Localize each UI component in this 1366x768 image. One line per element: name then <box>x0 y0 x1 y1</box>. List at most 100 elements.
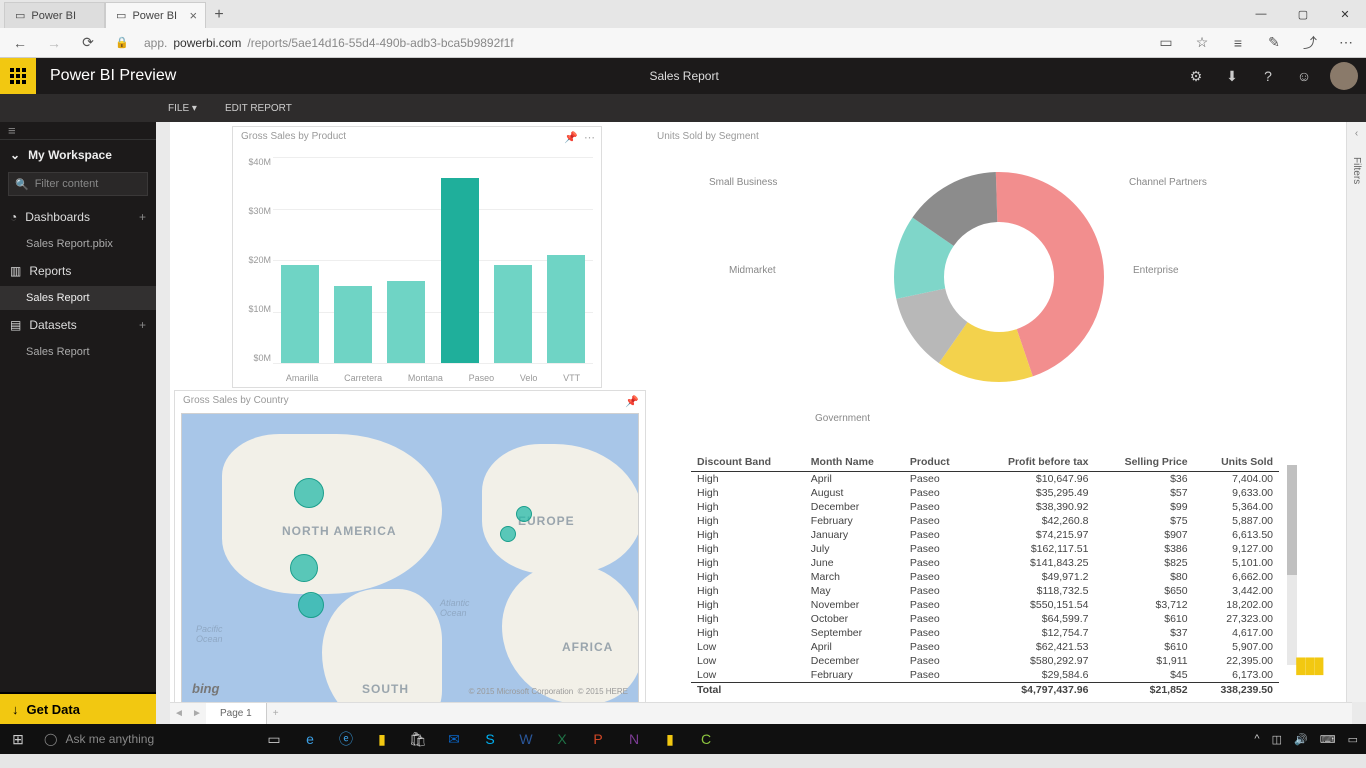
get-data-button[interactable]: ↓ Get Data <box>0 692 156 724</box>
donut-chart-visual[interactable]: Units Sold by Segment Small Business Cha… <box>648 126 1348 426</box>
table-scrollbar[interactable] <box>1287 465 1297 665</box>
map-visual[interactable]: 📌 Gross Sales by Country NORTH AMERICA S… <box>174 390 646 710</box>
table-row[interactable]: HighMarchPaseo$49,971.2$806,662.00 <box>691 570 1279 584</box>
taskbar-app[interactable]: S <box>472 724 508 754</box>
taskbar-app[interactable]: P <box>580 724 616 754</box>
share-icon[interactable]: ⤴ <box>1298 31 1322 55</box>
avatar[interactable] <box>1330 62 1358 90</box>
bar[interactable] <box>494 265 532 363</box>
forward-button[interactable]: → <box>42 31 66 55</box>
map-bubble[interactable] <box>500 526 516 542</box>
cortana-search[interactable]: ◯ Ask me anything <box>36 732 256 746</box>
sidebar-item-dashboard[interactable]: Sales Report.pbix <box>0 232 156 256</box>
taskbar-app[interactable]: ✉ <box>436 724 472 754</box>
browser-tab-inactive[interactable]: ▭ Power BI <box>4 2 105 28</box>
download-icon[interactable]: ⬇ <box>1214 58 1250 94</box>
page-prev-button[interactable]: ◄ <box>170 708 188 719</box>
bar[interactable] <box>441 178 479 363</box>
tray-chevron-icon[interactable]: ^ <box>1250 733 1263 745</box>
table-row[interactable]: HighMayPaseo$118,732.5$6503,442.00 <box>691 584 1279 598</box>
filter-content-input[interactable]: 🔍 Filter content <box>8 172 148 196</box>
bar[interactable] <box>281 265 319 363</box>
taskbar-app[interactable]: ⓔ <box>328 724 364 754</box>
maximize-button[interactable]: ▢ <box>1282 0 1324 28</box>
more-icon[interactable]: ⋯ <box>584 131 595 144</box>
sidebar-item-dataset[interactable]: Sales Report <box>0 340 156 364</box>
table-row[interactable]: HighOctoberPaseo$64,599.7$61027,323.00 <box>691 612 1279 626</box>
bar-chart-visual[interactable]: 📌 ⋯ Gross Sales by Product $40M$30M$20M$… <box>232 126 602 388</box>
task-view-button[interactable]: ▭ <box>256 724 292 754</box>
table-row[interactable]: LowFebruaryPaseo$29,584.6$456,173.00 <box>691 668 1279 683</box>
taskbar-app[interactable]: X <box>544 724 580 754</box>
hub-icon[interactable]: ≡ <box>1226 31 1250 55</box>
taskbar-app[interactable]: N <box>616 724 652 754</box>
table-row[interactable]: LowAprilPaseo$62,421.53$6105,907.00 <box>691 640 1279 654</box>
tray-volume-icon[interactable]: 🔊 <box>1290 733 1312 746</box>
table-row[interactable]: HighNovemberPaseo$550,151.54$3,71218,202… <box>691 598 1279 612</box>
reading-icon[interactable]: ▭ <box>1154 31 1178 55</box>
map-body[interactable]: NORTH AMERICA SOUTH EUROPE AFRICA Pacifi… <box>181 413 639 703</box>
tray-action-center-icon[interactable]: ▭ <box>1344 733 1362 746</box>
table-row[interactable]: HighJulyPaseo$162,117.51$3869,127.00 <box>691 542 1279 556</box>
pin-icon[interactable]: 📌 <box>625 395 639 408</box>
add-dataset-button[interactable]: + <box>139 318 146 332</box>
map-bubble[interactable] <box>298 592 324 618</box>
feedback-icon[interactable]: ☺ <box>1286 58 1322 94</box>
map-bubble[interactable] <box>294 478 324 508</box>
taskbar-app[interactable]: ▮ <box>652 724 688 754</box>
bar[interactable] <box>334 286 372 363</box>
browser-tab-active[interactable]: ▭ Power BI × <box>105 2 206 28</box>
sidebar-item-report[interactable]: Sales Report <box>0 286 156 310</box>
table-row[interactable]: HighJanuaryPaseo$74,215.97$9076,613.50 <box>691 528 1279 542</box>
add-dashboard-button[interactable]: + <box>139 210 146 224</box>
table-row[interactable]: HighFebruaryPaseo$42,260.8$755,887.00 <box>691 514 1279 528</box>
sidebar-group-reports[interactable]: ▥ Reports <box>0 256 156 286</box>
table-row[interactable]: LowDecemberPaseo$580,292.97$1,91122,395.… <box>691 654 1279 668</box>
help-icon[interactable]: ? <box>1250 58 1286 94</box>
sidebar-group-dashboards[interactable]: ◔ Dashboards + <box>0 202 156 232</box>
table-visual[interactable]: Discount BandMonth NameProductProfit bef… <box>690 452 1280 704</box>
more-icon[interactable]: ⋯ <box>1334 31 1358 55</box>
app-launcher-button[interactable] <box>0 58 36 94</box>
table-row[interactable]: HighSeptemberPaseo$12,754.7$374,617.00 <box>691 626 1279 640</box>
tray-input-icon[interactable]: ⌨ <box>1316 733 1340 746</box>
report-icon: ▥ <box>10 264 21 278</box>
back-button[interactable]: ← <box>8 31 32 55</box>
notes-icon[interactable]: ✎ <box>1262 31 1286 55</box>
refresh-button[interactable]: ⟳ <box>76 31 100 55</box>
table-row[interactable]: HighAugustPaseo$35,295.49$579,633.00 <box>691 486 1279 500</box>
sidebar-collapse-button[interactable]: ≡ <box>0 122 156 140</box>
page-next-button[interactable]: ► <box>188 708 206 719</box>
report-menu: FILE ▾ EDIT REPORT <box>0 94 1366 122</box>
bar[interactable] <box>547 255 585 363</box>
table-row[interactable]: HighDecemberPaseo$38,390.92$995,364.00 <box>691 500 1279 514</box>
table-row[interactable]: HighAprilPaseo$10,647.96$367,404.00 <box>691 472 1279 487</box>
new-tab-button[interactable]: + <box>206 2 232 28</box>
settings-icon[interactable]: ⚙ <box>1178 58 1214 94</box>
taskbar-app[interactable]: 🛍 <box>400 724 436 754</box>
tray-network-icon[interactable]: ◫ <box>1268 733 1286 746</box>
taskbar-app[interactable]: W <box>508 724 544 754</box>
map-bubble[interactable] <box>290 554 318 582</box>
favorite-icon[interactable]: ☆ <box>1190 31 1214 55</box>
filters-pane-collapsed[interactable]: ‹ Filters <box>1346 122 1366 702</box>
start-button[interactable]: ⊞ <box>0 724 36 754</box>
minimize-button[interactable]: — <box>1240 0 1282 28</box>
taskbar-app[interactable]: C <box>688 724 724 754</box>
taskbar-app[interactable]: ▮ <box>364 724 400 754</box>
taskbar-app[interactable]: e <box>292 724 328 754</box>
edit-report-button[interactable]: EDIT REPORT <box>225 103 292 114</box>
sidebar-group-datasets[interactable]: ▤ Datasets + <box>0 310 156 340</box>
file-menu[interactable]: FILE ▾ <box>168 103 197 114</box>
add-page-button[interactable]: + <box>267 708 285 719</box>
url-path: /reports/5ae14d16-55d4-490b-adb3-bca5b98… <box>247 36 513 50</box>
map-bubble[interactable] <box>516 506 532 522</box>
workspace-selector[interactable]: ⌄ My Workspace <box>0 140 156 170</box>
page-tab[interactable]: Page 1 <box>206 703 267 724</box>
pin-icon[interactable]: 📌 <box>564 131 578 144</box>
address-bar[interactable]: app.powerbi.com/reports/5ae14d16-55d4-49… <box>144 36 1144 50</box>
close-icon[interactable]: × <box>190 8 198 23</box>
bar[interactable] <box>387 281 425 363</box>
close-button[interactable]: ✕ <box>1324 0 1366 28</box>
table-row[interactable]: HighJunePaseo$141,843.25$8255,101.00 <box>691 556 1279 570</box>
